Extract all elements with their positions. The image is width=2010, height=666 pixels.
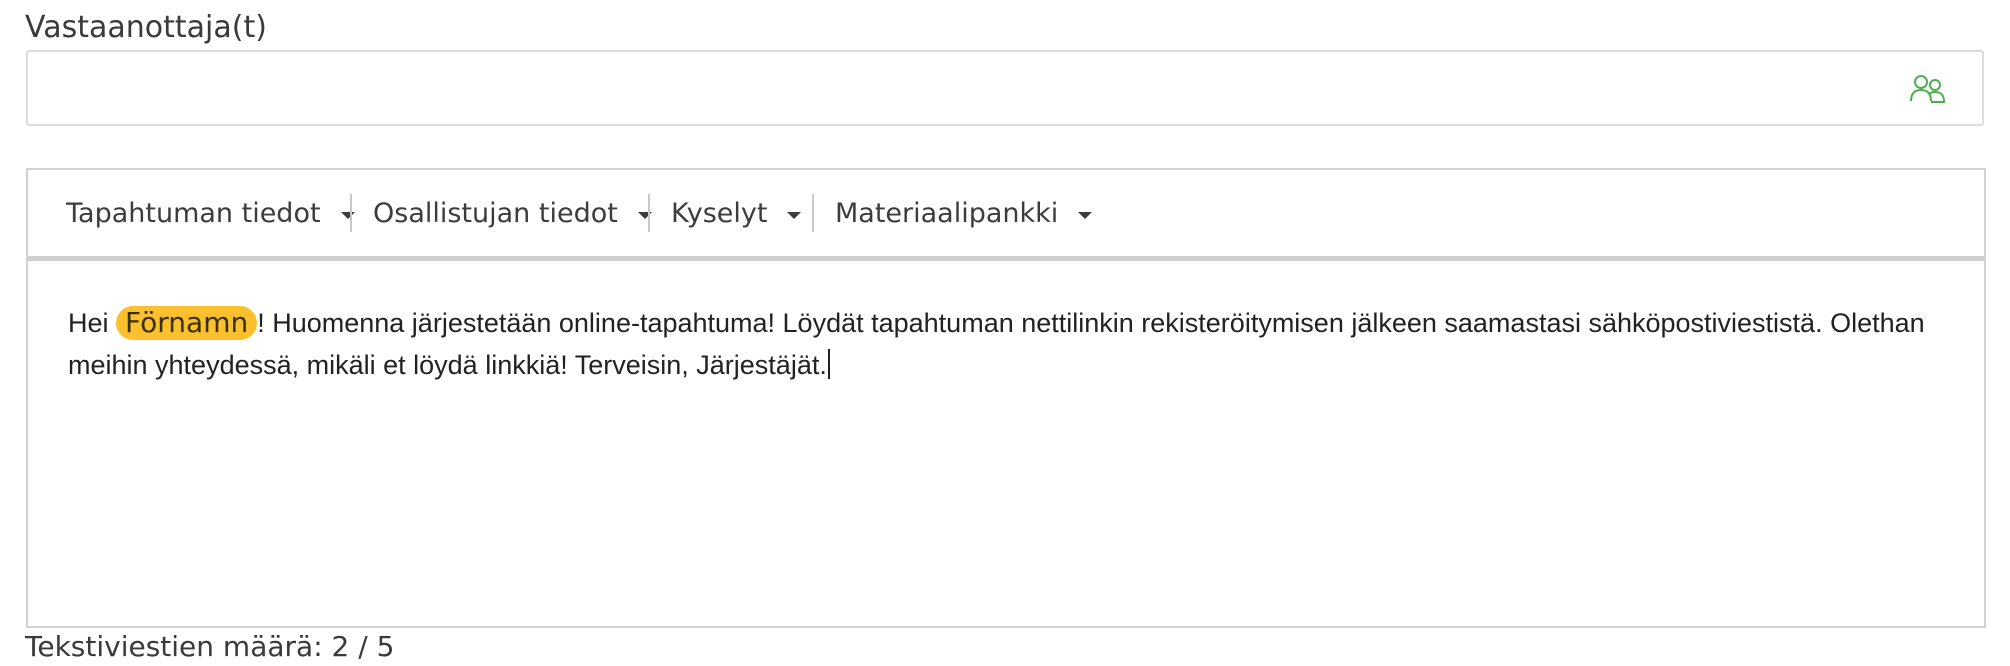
dropdown-event-info-label: Tapahtuman tiedot (66, 197, 321, 229)
message-greeting: Hei (68, 308, 109, 338)
sms-composer: Vastaanottaja(t) Tapahtuman tiedot Osall… (0, 0, 2010, 666)
message-editor: Tapahtuman tiedot Osallistujan tiedot Ky… (26, 168, 1986, 628)
dropdown-material-bank[interactable]: Materiaalipankki (835, 190, 1093, 236)
recipients-field[interactable] (26, 50, 1984, 126)
caret-down-icon (787, 211, 802, 219)
dropdown-participant-info-label: Osallistujan tiedot (373, 197, 618, 229)
people-icon[interactable] (1910, 74, 1946, 104)
caret-down-icon (340, 211, 355, 219)
dropdown-surveys[interactable]: Kyselyt (671, 190, 802, 236)
dropdown-participant-info[interactable]: Osallistujan tiedot (373, 190, 652, 236)
dropdown-surveys-label: Kyselyt (671, 197, 768, 229)
text-cursor (827, 349, 830, 379)
sms-count: Tekstiviestien määrä: 2 / 5 (25, 630, 395, 663)
recipients-input[interactable] (38, 60, 1892, 118)
first-name-placeholder-chip[interactable]: Förnamn (116, 306, 258, 340)
toolbar-divider (350, 194, 352, 232)
toolbar-divider (812, 194, 814, 232)
message-body: ! Huomenna järjestetään online-tapahtuma… (68, 308, 1925, 380)
toolbar-divider (648, 194, 650, 232)
caret-down-icon (1078, 211, 1093, 219)
editor-toolbar: Tapahtuman tiedot Osallistujan tiedot Ky… (28, 170, 1984, 261)
recipients-label: Vastaanottaja(t) (25, 10, 267, 45)
dropdown-material-bank-label: Materiaalipankki (835, 197, 1059, 229)
message-text-area[interactable]: Hei Förnamn! Huomenna järjestetään onlin… (68, 302, 1948, 386)
dropdown-event-info[interactable]: Tapahtuman tiedot (66, 190, 355, 236)
